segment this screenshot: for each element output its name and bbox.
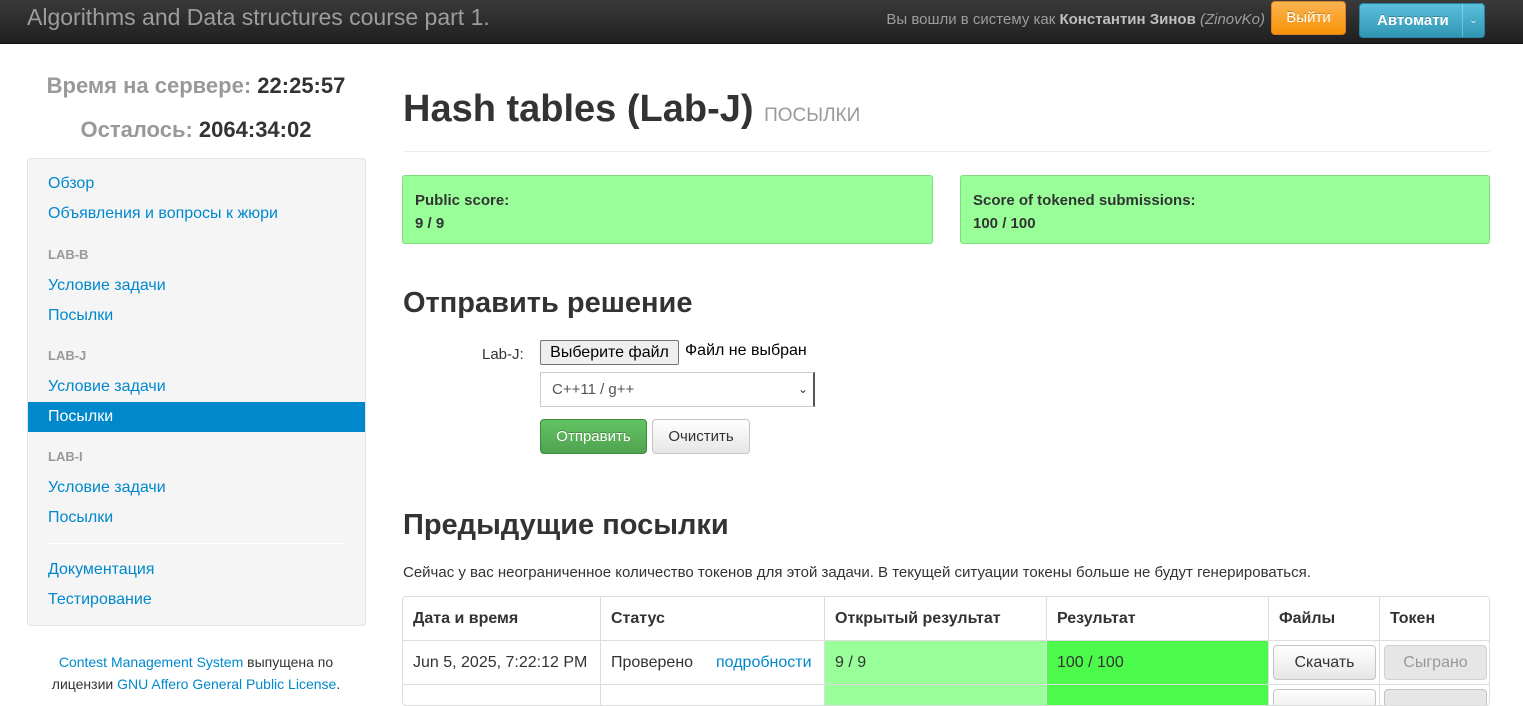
public-score-label: Public score:: [415, 192, 510, 209]
sidebar-header-lab-b: LAB-B: [48, 247, 89, 262]
contest-title[interactable]: Algorithms and Data structures course pa…: [27, 4, 490, 31]
cell-token: Сыграно: [1379, 640, 1489, 684]
chevron-down-icon: ⌄: [1462, 4, 1484, 37]
table-row-partial-cell: [824, 684, 1046, 705]
language-select-value: C++11 / g++: [552, 381, 635, 398]
cell-result: 100 / 100: [1046, 640, 1268, 684]
sidebar-item-lab-b-submissions[interactable]: Посылки: [28, 301, 365, 331]
sidebar-header-lab-j: LAB-J: [48, 348, 87, 363]
column-header-status[interactable]: Статус: [600, 597, 824, 640]
download-button[interactable]: Скачать: [1273, 645, 1376, 680]
language-label: Автоматически: [1377, 12, 1449, 29]
server-time-label: Время на сервере:: [46, 73, 252, 98]
remaining-time: Осталось: 2064:34:02: [27, 117, 365, 143]
column-header-result[interactable]: Результат: [1046, 597, 1268, 640]
cell-datetime: Jun 5, 2025, 7:22:12 PM: [403, 640, 600, 684]
license-notice: Contest Management System выпущена по ли…: [27, 651, 365, 695]
sidebar-item-lab-j-statement[interactable]: Условие задачи: [28, 372, 365, 402]
submissions-table: Дата и время Статус Открытый результат Р…: [402, 596, 1490, 706]
sidebar-item-announcements[interactable]: Объявления и вопросы к жюри: [28, 199, 365, 229]
send-button[interactable]: Отправить: [540, 419, 647, 454]
token-score-box: Score of tokened submissions: 100 / 100: [960, 175, 1490, 244]
title-divider: [403, 151, 1490, 152]
token-score-value: 100 / 100: [973, 215, 1036, 232]
column-header-datetime[interactable]: Дата и время: [403, 597, 600, 640]
clear-button[interactable]: Очистить: [652, 419, 750, 454]
page-title: Hash tables (Lab-J) посылки: [403, 88, 860, 131]
sidebar-item-lab-b-statement[interactable]: Условие задачи: [28, 271, 365, 301]
file-status: Файл не выбран: [685, 342, 807, 359]
agpl-link[interactable]: GNU Affero General Public License: [117, 676, 336, 692]
cell-files: Скачать: [1268, 640, 1379, 684]
previous-submissions-heading: Предыдущие посылки: [403, 509, 729, 541]
top-navbar: Algorithms and Data structures course pa…: [0, 0, 1523, 44]
sidebar-item-lab-j-submissions[interactable]: Посылки: [28, 402, 365, 432]
table-row-partial-cell: [1379, 684, 1489, 705]
server-time-value: 22:25:57: [257, 73, 346, 98]
user-name: Константин Зинов: [1059, 11, 1196, 28]
sidebar-item-lab-i-submissions[interactable]: Посылки: [28, 503, 365, 533]
logout-button[interactable]: Выйти: [1271, 1, 1346, 35]
sidebar-divider: [48, 543, 345, 544]
sidebar-item-testing[interactable]: Тестирование: [28, 585, 365, 615]
status-text: Проверено: [611, 654, 694, 671]
login-prefix: Вы вошли в систему как: [886, 11, 1060, 28]
language-select[interactable]: C++11 / g++ ⌄: [540, 372, 815, 407]
sidebar-item-documentation[interactable]: Документация: [28, 555, 365, 585]
cms-link[interactable]: Contest Management System: [59, 654, 243, 670]
download-button-partial[interactable]: [1273, 689, 1376, 705]
language-dropdown-button[interactable]: Автоматически ⌄: [1359, 3, 1485, 38]
table-row-partial-cell: [600, 684, 824, 705]
public-score-value: 9 / 9: [415, 215, 445, 232]
token-score-label: Score of tokened submissions:: [973, 192, 1196, 209]
sidebar-nav: Обзор Объявления и вопросы к жюри LAB-B …: [27, 158, 366, 626]
license-text-3: .: [336, 676, 341, 692]
column-header-token: Токен: [1379, 597, 1489, 640]
table-row-partial-cell: [1046, 684, 1268, 705]
page-subtitle: посылки: [764, 105, 861, 126]
sidebar-item-lab-i-statement[interactable]: Условие задачи: [28, 473, 365, 503]
cell-status: Проверено подробности: [600, 640, 824, 684]
file-field-label: Lab-J:: [482, 346, 524, 363]
license-text-2: лицензии: [51, 676, 118, 692]
page-title-text: Hash tables (Lab-J): [403, 88, 754, 130]
chevron-down-icon: ⌄: [797, 382, 808, 396]
details-link[interactable]: подробности: [716, 641, 812, 685]
remaining-time-value: 2064:34:02: [198, 117, 312, 142]
cell-public-result: 9 / 9: [824, 640, 1046, 684]
token-button-partial: [1384, 689, 1487, 705]
login-info: Вы вошли в систему как Константин Зинов …: [886, 11, 1265, 28]
license-text-1: выпущена по: [243, 654, 334, 670]
table-row-partial: [403, 684, 600, 705]
sidebar-header-lab-i: LAB-I: [48, 449, 83, 464]
token-played-button: Сыграно: [1384, 645, 1487, 680]
choose-file-button[interactable]: Выберите файл: [540, 340, 679, 365]
column-header-files: Файлы: [1268, 597, 1379, 640]
server-time: Время на сервере: 22:25:57: [27, 73, 365, 99]
submit-heading: Отправить решение: [403, 287, 693, 319]
remaining-time-label: Осталось:: [80, 117, 193, 142]
table-row-partial-cell: [1268, 684, 1379, 705]
token-note: Сейчас у вас неограниченное количество т…: [403, 564, 1311, 581]
user-login: (ZinovKo): [1199, 11, 1265, 28]
sidebar-item-overview[interactable]: Обзор: [28, 169, 365, 199]
column-header-public-result[interactable]: Открытый результат: [824, 597, 1046, 640]
public-score-box: Public score: 9 / 9: [402, 175, 933, 244]
